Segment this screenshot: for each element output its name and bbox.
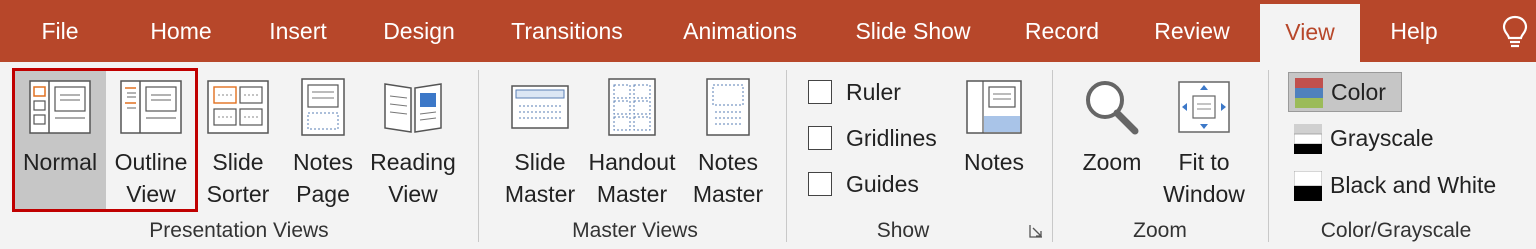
slide-master-icon <box>511 85 569 129</box>
zoom-label: Zoom <box>1082 149 1142 175</box>
zoom-button[interactable]: Zoom <box>1072 68 1152 212</box>
group-label-zoom: Zoom <box>1133 219 1187 242</box>
gridlines-label: Gridlines <box>846 125 937 151</box>
outline-view-label: Outline View <box>114 149 188 207</box>
tab-animations[interactable]: Animations <box>662 0 818 62</box>
handout-master-button[interactable]: Handout Master <box>582 68 682 212</box>
group-separator <box>786 70 787 242</box>
group-separator <box>1052 70 1053 242</box>
notes-page-label: Notes Page <box>292 149 354 207</box>
reading-view-button[interactable]: Reading View <box>366 68 460 212</box>
zoom-icon <box>1086 81 1139 135</box>
lightbulb-icon[interactable] <box>1500 14 1530 50</box>
guides-label: Guides <box>846 171 919 197</box>
tab-file[interactable]: File <box>22 0 98 62</box>
fit-to-window-icon <box>1178 81 1230 133</box>
slide-sorter-icon <box>207 80 269 134</box>
tab-help[interactable]: Help <box>1376 0 1452 62</box>
fit-to-window-label: Fit to Window <box>1163 149 1245 207</box>
tab-home[interactable]: Home <box>130 0 232 62</box>
slide-sorter-button[interactable]: Slide Sorter <box>200 68 276 212</box>
tab-record[interactable]: Record <box>1008 0 1116 62</box>
notes-page-button[interactable]: Notes Page <box>284 68 362 212</box>
fit-to-window-button[interactable]: Fit to Window <box>1156 68 1252 212</box>
tab-view[interactable]: View <box>1260 4 1360 62</box>
black-and-white-button[interactable]: Black and White <box>1288 166 1518 206</box>
reading-view-icon <box>384 83 442 133</box>
group-separator <box>1268 70 1269 242</box>
notes-master-button[interactable]: Notes Master <box>688 68 768 212</box>
color-button[interactable]: Color <box>1288 72 1402 112</box>
normal-view-button[interactable]: Normal <box>14 68 106 212</box>
black-and-white-swatch-icon <box>1294 171 1322 201</box>
notes-master-label: Notes Master <box>692 149 764 207</box>
normal-view-icon <box>29 80 91 134</box>
reading-view-label: Reading View <box>370 149 456 207</box>
notes-label: Notes <box>963 149 1025 175</box>
grayscale-label: Grayscale <box>1330 125 1434 151</box>
outline-view-button[interactable]: Outline View <box>106 68 196 212</box>
grayscale-button[interactable]: Grayscale <box>1288 119 1488 159</box>
outline-view-icon <box>120 80 182 134</box>
group-label-presentation-views: Presentation Views <box>149 219 329 242</box>
tab-slide-show[interactable]: Slide Show <box>840 0 986 62</box>
normal-view-label: Normal <box>22 149 98 175</box>
group-label-color-grayscale: Color/Grayscale <box>1320 219 1472 242</box>
black-and-white-label: Black and White <box>1330 172 1497 198</box>
tab-design[interactable]: Design <box>366 0 472 62</box>
tab-insert[interactable]: Insert <box>252 0 344 62</box>
slide-master-label: Slide Master <box>504 149 576 207</box>
handout-master-icon <box>608 78 656 136</box>
ribbon-tab-bar: File Home Insert Design Transitions Anim… <box>0 0 1536 62</box>
slide-master-button[interactable]: Slide Master <box>498 68 582 212</box>
notes-button[interactable]: Notes <box>956 68 1032 212</box>
ruler-label: Ruler <box>846 79 901 105</box>
notes-page-icon <box>301 78 345 136</box>
color-swatch-icon <box>1295 78 1323 108</box>
handout-master-label: Handout Master <box>588 149 676 207</box>
group-label-master-views: Master Views <box>572 219 698 242</box>
group-separator <box>478 70 479 242</box>
dialog-launcher-icon[interactable] <box>1028 223 1044 239</box>
checkbox-box[interactable] <box>808 80 832 104</box>
checkbox-box[interactable] <box>808 126 832 150</box>
tab-review[interactable]: Review <box>1138 0 1246 62</box>
slide-sorter-label: Slide Sorter <box>206 149 270 207</box>
grayscale-swatch-icon <box>1294 124 1322 154</box>
notes-master-icon <box>706 78 750 136</box>
checkbox-box[interactable] <box>808 172 832 196</box>
tab-transitions[interactable]: Transitions <box>494 0 640 62</box>
notes-icon <box>966 80 1022 134</box>
group-label-show: Show <box>876 219 930 242</box>
color-label: Color <box>1331 79 1386 105</box>
